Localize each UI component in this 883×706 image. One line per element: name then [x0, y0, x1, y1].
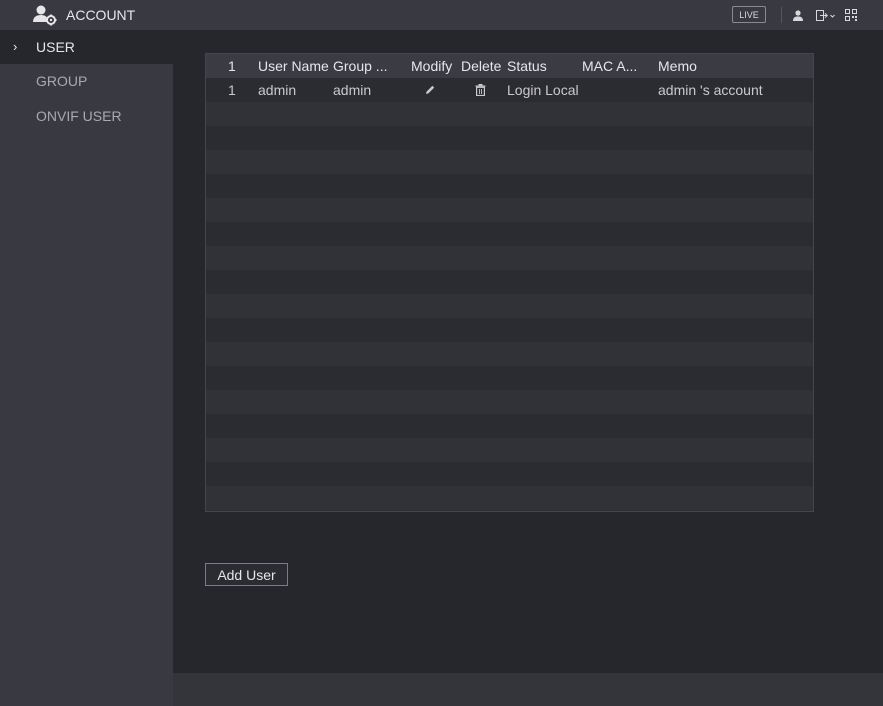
page-title: ACCOUNT: [66, 7, 136, 23]
trash-icon[interactable]: [472, 78, 488, 102]
table-row-empty: [206, 318, 813, 342]
table-row-empty: [206, 246, 813, 270]
toolbar-divider: [781, 7, 782, 23]
column-header-group[interactable]: Group ...: [333, 54, 393, 78]
column-header-status[interactable]: Status: [507, 54, 577, 78]
user-gear-icon: [32, 4, 58, 26]
table-row-empty: [206, 198, 813, 222]
column-header-mac[interactable]: MAC A...: [582, 54, 648, 78]
column-header-delete: Delete: [461, 58, 502, 74]
table-row-empty: [206, 486, 813, 510]
cell-status: Login Local: [507, 82, 579, 98]
sidebar-item-user[interactable]: › USER: [0, 30, 173, 64]
sidebar-item-label: USER: [36, 39, 75, 55]
table-row-empty: [206, 438, 813, 462]
table-row-empty: [206, 174, 813, 198]
sidebar-item-label: GROUP: [36, 73, 88, 89]
column-header-user-name[interactable]: User Name: [258, 54, 332, 78]
cell-mac: [582, 78, 648, 102]
table-row-empty: [206, 126, 813, 150]
table-row-empty: [206, 222, 813, 246]
cell-index: 1: [228, 82, 236, 98]
sidebar-item-label: ONVIF USER: [36, 108, 122, 124]
table-row-empty: [206, 294, 813, 318]
footer-bar: [173, 673, 883, 706]
chevron-right-icon: ›: [13, 39, 18, 54]
table-row-empty: [206, 342, 813, 366]
column-header-memo[interactable]: Memo: [658, 54, 798, 78]
sidebar-item-group[interactable]: GROUP: [0, 64, 173, 98]
sidebar-item-onvif-user[interactable]: ONVIF USER: [0, 99, 173, 133]
add-user-button[interactable]: Add User: [205, 563, 288, 586]
table-row-empty: [206, 102, 813, 126]
table-row-empty: [206, 414, 813, 438]
header-title-group: ACCOUNT: [32, 4, 135, 26]
cell-user-name: admin: [258, 82, 297, 98]
cell-group: admin: [333, 82, 372, 98]
table-row-empty: [206, 390, 813, 414]
table-header: 1 User Name Group ... Modify Delete Stat…: [206, 54, 813, 78]
top-bar: ACCOUNT LIVE: [0, 0, 883, 30]
sidebar: › USER GROUP ONVIF USER: [0, 30, 173, 706]
pencil-icon[interactable]: [422, 78, 438, 102]
column-header-modify: Modify: [411, 58, 453, 74]
user-icon[interactable]: [792, 8, 804, 22]
table-row-empty: [206, 150, 813, 174]
logout-icon[interactable]: [815, 8, 837, 22]
table-row[interactable]: 1 admin admin Login Local admin 's accou…: [206, 78, 813, 102]
cell-memo: admin 's account: [658, 82, 763, 98]
live-button[interactable]: LIVE: [732, 6, 766, 23]
qr-code-icon[interactable]: [845, 8, 857, 22]
table-row-empty: [206, 366, 813, 390]
table-row-empty: [206, 270, 813, 294]
column-header-index[interactable]: 1: [228, 54, 248, 78]
user-table: 1 User Name Group ... Modify Delete Stat…: [205, 53, 814, 512]
table-row-empty: [206, 462, 813, 486]
